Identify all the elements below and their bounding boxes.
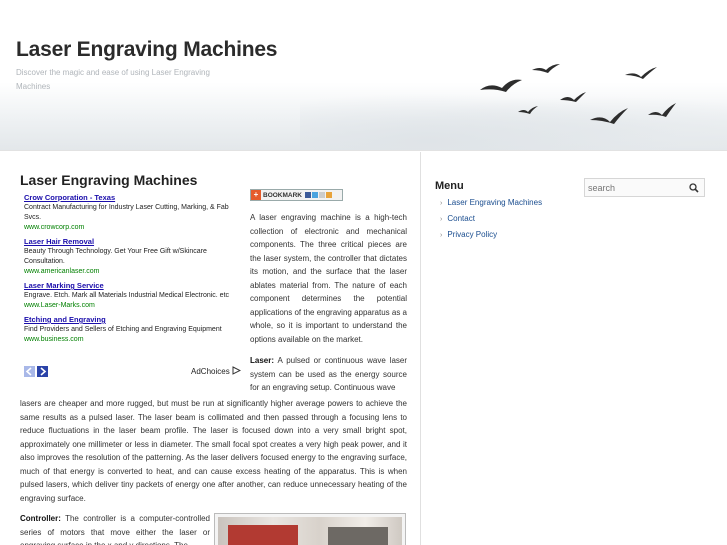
ad-url[interactable]: www.americanlaser.com bbox=[24, 267, 244, 277]
post-title[interactable]: Laser Engraving Machines bbox=[20, 172, 197, 188]
laser-paragraph-continued: lasers are cheaper and more rugged, but … bbox=[20, 399, 407, 503]
search-icon bbox=[689, 182, 699, 193]
ad-item: Crow Corporation - Texas Contract Manufa… bbox=[24, 192, 244, 233]
ad-url[interactable]: www.business.com bbox=[24, 335, 244, 345]
ad-next-button[interactable] bbox=[37, 366, 48, 377]
sidebar-item-label: Contact bbox=[447, 214, 475, 223]
share-icons bbox=[305, 192, 332, 198]
menu-title: Menu bbox=[435, 180, 464, 192]
ad-title-link[interactable]: Crow Corporation - Texas bbox=[24, 192, 244, 203]
laser-paragraph-start: Laser: A pulsed or continuous wave laser… bbox=[250, 354, 407, 395]
ad-item: Laser Marking Service Engrave. Etch. Mar… bbox=[24, 280, 244, 311]
chevron-right-icon: › bbox=[440, 232, 443, 239]
share-icon bbox=[326, 192, 332, 198]
column-divider bbox=[420, 152, 421, 545]
intro-paragraph: A laser engraving machine is a high-tech… bbox=[250, 213, 407, 344]
sidebar-item-privacy[interactable]: › Privacy Policy bbox=[440, 227, 542, 243]
ad-description: Contract Manufacturing for Industry Lase… bbox=[24, 204, 229, 221]
engraving-machine-photo bbox=[214, 513, 406, 545]
adchoices-label: AdChoices bbox=[191, 367, 230, 376]
sidebar-item-label: Laser Engraving Machines bbox=[447, 198, 543, 207]
header: Laser Engraving Machines Discover the ma… bbox=[0, 0, 727, 150]
search-button[interactable] bbox=[685, 179, 703, 196]
controller-label: Controller: bbox=[20, 514, 61, 523]
machine-shape bbox=[228, 525, 298, 545]
search-input[interactable] bbox=[585, 179, 685, 196]
site-title[interactable]: Laser Engraving Machines bbox=[16, 38, 277, 62]
twitter-icon bbox=[312, 192, 318, 198]
email-icon bbox=[319, 192, 325, 198]
facebook-icon bbox=[305, 192, 311, 198]
birds-illustration bbox=[480, 64, 676, 124]
controller-paragraph: Controller: The controller is a computer… bbox=[20, 512, 210, 545]
adchoices-link[interactable]: AdChoices bbox=[191, 366, 242, 376]
ad-description: Find Providers and Sellers of Etching an… bbox=[24, 326, 222, 333]
bookmark-label: BOOKMARK bbox=[263, 191, 302, 199]
chevron-right-icon: › bbox=[440, 216, 443, 223]
sidebar-item-laser-engraving[interactable]: › Laser Engraving Machines bbox=[440, 195, 542, 211]
ad-description: Beauty Through Technology. Get Your Free… bbox=[24, 248, 207, 265]
ad-item: Laser Hair Removal Beauty Through Techno… bbox=[24, 236, 244, 277]
laser-text-a: A pulsed or continuous wave laser system… bbox=[250, 356, 408, 392]
ad-title-link[interactable]: Laser Marking Service bbox=[24, 280, 244, 291]
sidebar-menu: › Laser Engraving Machines › Contact › Priv… bbox=[440, 195, 542, 243]
bookmark-button[interactable]: + BOOKMARK bbox=[250, 189, 343, 201]
header-divider bbox=[0, 150, 727, 151]
search-box bbox=[584, 178, 705, 197]
machine-shape bbox=[328, 527, 388, 545]
ad-prev-button[interactable] bbox=[24, 366, 35, 377]
ad-title-link[interactable]: Etching and Engraving bbox=[24, 314, 244, 325]
laser-label: Laser: bbox=[250, 356, 275, 365]
ad-item: Etching and Engraving Find Providers and… bbox=[24, 314, 244, 345]
site-description: Discover the magic and ease of using Las… bbox=[16, 68, 210, 91]
chevron-left-icon bbox=[25, 367, 32, 376]
sidebar-item-label: Privacy Policy bbox=[447, 230, 498, 239]
sidebar-item-contact[interactable]: › Contact bbox=[440, 211, 542, 227]
ad-url[interactable]: www.Laser-Marks.com bbox=[24, 301, 244, 311]
adchoices-icon bbox=[232, 366, 242, 375]
ad-url[interactable]: www.crowcorp.com bbox=[24, 223, 244, 233]
ad-block: Crow Corporation - Texas Contract Manufa… bbox=[24, 192, 244, 348]
plus-icon: + bbox=[251, 190, 261, 200]
ad-navigation bbox=[24, 366, 48, 377]
chevron-right-icon bbox=[40, 367, 47, 376]
ad-title-link[interactable]: Laser Hair Removal bbox=[24, 236, 244, 247]
chevron-right-icon: › bbox=[440, 200, 443, 207]
ad-description: Engrave. Etch. Mark all Materials Indust… bbox=[24, 292, 230, 299]
